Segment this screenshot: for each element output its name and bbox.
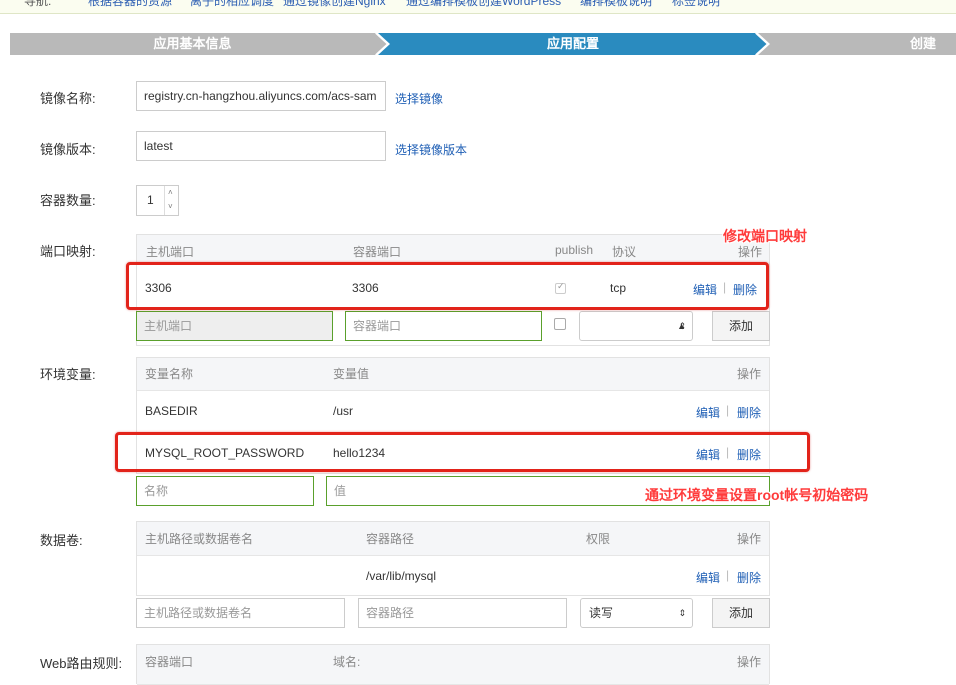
web-route-label: Web路由规则: <box>40 656 123 671</box>
protocol-select[interactable]: ▲ ⇕ <box>579 311 693 341</box>
top-nav-link[interactable]: 离子的相应调度 <box>190 0 274 9</box>
col-var-value: 变量值 <box>333 367 370 381</box>
select-image-version-link[interactable]: 选择镜像版本 <box>395 141 467 158</box>
permission-select[interactable]: 读写 ⇕ <box>580 598 693 628</box>
volume-row-container: /var/lib/mysql <box>366 569 437 583</box>
image-name-label: 镜像名称: <box>40 91 96 106</box>
new-volume-container-input[interactable]: 容器路径 <box>358 598 567 628</box>
select-updown-icon: ⇕ <box>678 608 686 618</box>
col-host-path: 主机路径或数据卷名 <box>145 532 254 546</box>
port-mapping-label: 端口映射: <box>40 244 96 259</box>
top-nav-link[interactable]: 编排模板说明 <box>580 0 652 9</box>
web-route-table-header <box>137 645 769 685</box>
env-delete-link[interactable]: 删除 <box>737 404 761 421</box>
col-volume-ops: 操作 <box>737 532 762 546</box>
col-container-path: 容器路径 <box>366 532 415 546</box>
container-count-value: 1 <box>147 193 154 207</box>
permission-select-value: 读写 <box>589 606 614 620</box>
new-env-name-input[interactable]: 名称 <box>136 476 314 506</box>
new-container-port-input[interactable]: 容器端口 <box>345 311 542 341</box>
image-name-input[interactable]: registry.cn-hangzhou.aliyuncs.com/acs-sa… <box>136 81 386 111</box>
col-protocol: 协议 <box>612 245 637 259</box>
top-nav-link[interactable]: 通过镜像创建Nginx <box>283 0 386 9</box>
step-create: 创建 <box>910 36 937 51</box>
stepper-down-icon[interactable]: ˅ <box>168 192 173 215</box>
link-separator: | <box>726 403 730 417</box>
top-nav-label: 导航: <box>24 0 52 8</box>
port-annotation: 修改端口映射 <box>723 228 807 244</box>
new-volume-host-input[interactable]: 主机路径或数据卷名 <box>136 598 345 628</box>
col-var-name: 变量名称 <box>145 367 194 381</box>
add-volume-button[interactable]: 添加 <box>712 598 770 628</box>
link-separator: | <box>726 568 730 582</box>
top-nav-link[interactable]: 标签说明 <box>672 0 720 9</box>
env-annotation: 通过环境变量设置root帐号初始密码 <box>645 487 869 503</box>
step-wizard: 应用基本信息 应用配置 创建 <box>10 33 956 55</box>
step-app-config: 应用配置 <box>546 36 599 51</box>
col-web-ops: 操作 <box>737 655 762 669</box>
env-row-name: BASEDIR <box>145 404 198 418</box>
add-port-button[interactable]: 添加 <box>712 311 770 341</box>
env-row-highlight <box>115 432 810 472</box>
select-image-link[interactable]: 选择镜像 <box>395 90 443 107</box>
select-updown-icon: ⇕ <box>678 321 686 331</box>
volume-delete-link[interactable]: 删除 <box>737 569 761 586</box>
col-publish: publish <box>555 243 594 257</box>
volumes-label: 数据卷: <box>40 533 83 548</box>
new-host-port-input[interactable]: 主机端口 <box>136 311 333 341</box>
col-permission: 权限 <box>586 532 611 546</box>
col-host-port: 主机端口 <box>146 245 195 259</box>
top-nav-link[interactable]: 根据容器的资源 <box>88 0 172 9</box>
col-var-ops: 操作 <box>737 367 762 381</box>
step-app-info: 应用基本信息 <box>153 36 232 51</box>
env-edit-link[interactable]: 编辑 <box>696 404 720 421</box>
web-route-table <box>136 644 770 685</box>
stepper-buttons[interactable]: ˄ ˅ <box>164 186 178 215</box>
env-table-header <box>137 358 769 391</box>
env-row-value: /usr <box>333 404 354 418</box>
col-container-port: 容器端口 <box>353 245 402 259</box>
port-table-header <box>137 235 769 265</box>
env-vars-label: 环境变量: <box>40 367 96 382</box>
container-count-stepper[interactable]: 1 ˄ ˅ <box>136 185 179 216</box>
col-domain: 域名: <box>333 655 361 669</box>
col-web-port: 容器端口 <box>145 655 194 669</box>
port-row-highlight <box>126 262 769 310</box>
top-nav-bar: 导航: 根据容器的资源 离子的相应调度 通过镜像创建Nginx 通过编排模板创建… <box>0 0 956 14</box>
container-count-label: 容器数量: <box>40 193 96 208</box>
image-version-label: 镜像版本: <box>40 142 96 157</box>
image-version-input[interactable]: latest <box>136 131 386 161</box>
new-publish-checkbox[interactable] <box>554 318 566 330</box>
volume-edit-link[interactable]: 编辑 <box>696 569 720 586</box>
top-nav-link[interactable]: 通过编排模板创建WordPress <box>406 0 561 9</box>
